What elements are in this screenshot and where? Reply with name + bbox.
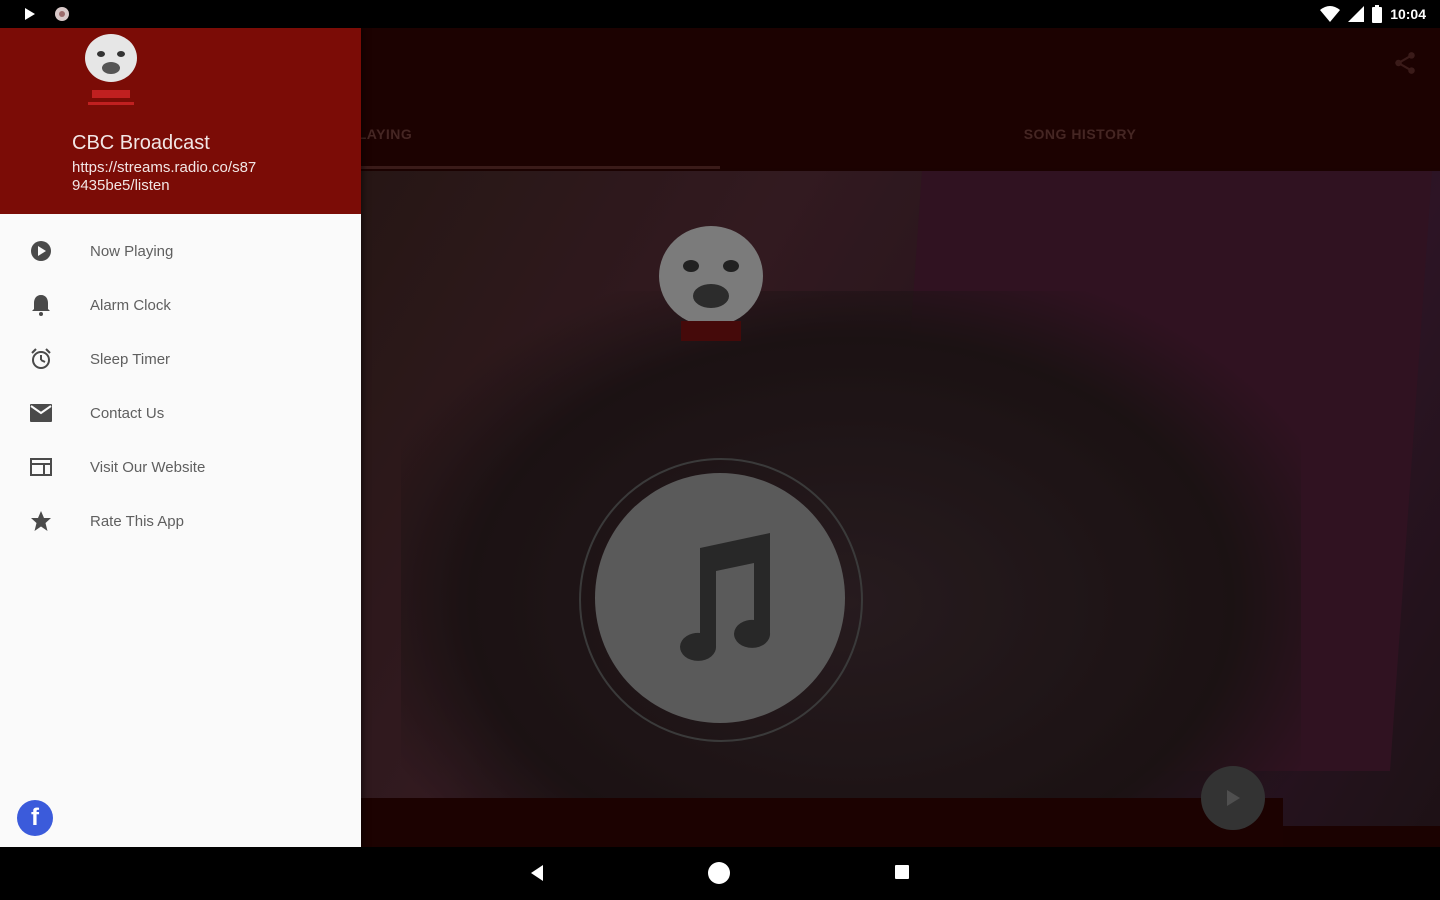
radio-notification-icon [55, 7, 69, 21]
menu-item-sleep-timer[interactable]: Sleep Timer [0, 332, 361, 386]
menu-label: Contact Us [90, 404, 165, 422]
clock: 10:04 [1390, 6, 1426, 22]
menu-label: Now Playing [90, 242, 174, 260]
menu-label: Sleep Timer [90, 350, 171, 368]
drawer-menu: Now Playing Alarm Clock Sleep Timer Cont… [0, 224, 361, 548]
system-indicators: 10:04 [1320, 5, 1426, 23]
status-bar: 10:04 [0, 0, 1440, 28]
cell-signal-icon [1348, 6, 1365, 22]
alarm-clock-icon [28, 346, 54, 372]
play-circle-icon [28, 238, 54, 264]
mail-icon [28, 400, 54, 426]
play-notification-icon [25, 8, 35, 20]
menu-item-now-playing[interactable]: Now Playing [0, 224, 361, 278]
menu-item-visit-website[interactable]: Visit Our Website [0, 440, 361, 494]
station-url: https://streams.radio.co/s879435be5/list… [72, 159, 257, 194]
drawer-header: CBC Broadcast https://streams.radio.co/s… [0, 28, 361, 214]
menu-item-alarm-clock[interactable]: Alarm Clock [0, 278, 361, 332]
menu-label: Alarm Clock [90, 296, 171, 314]
battery-icon [1372, 5, 1383, 23]
web-icon [28, 454, 54, 480]
star-icon [28, 508, 54, 534]
system-nav-bar [0, 847, 1440, 900]
facebook-button[interactable]: f [17, 800, 53, 836]
back-icon[interactable] [529, 864, 545, 882]
wifi-icon [1320, 6, 1341, 22]
facebook-icon: f [31, 804, 39, 831]
bell-icon [28, 292, 54, 318]
menu-label: Rate This App [90, 512, 184, 530]
notification-icons [24, 6, 70, 22]
station-logo [85, 34, 137, 105]
home-icon[interactable] [708, 862, 730, 884]
recents-icon[interactable] [895, 865, 909, 879]
menu-label: Visit Our Website [90, 458, 206, 476]
station-name: CBC Broadcast [72, 132, 210, 154]
screen: 10:04 LAYING SONG HISTORY CBC Broadcast … [0, 0, 1440, 900]
menu-item-rate-app[interactable]: Rate This App [0, 494, 361, 548]
menu-item-contact-us[interactable]: Contact Us [0, 386, 361, 440]
navigation-drawer: CBC Broadcast https://streams.radio.co/s… [0, 28, 361, 847]
